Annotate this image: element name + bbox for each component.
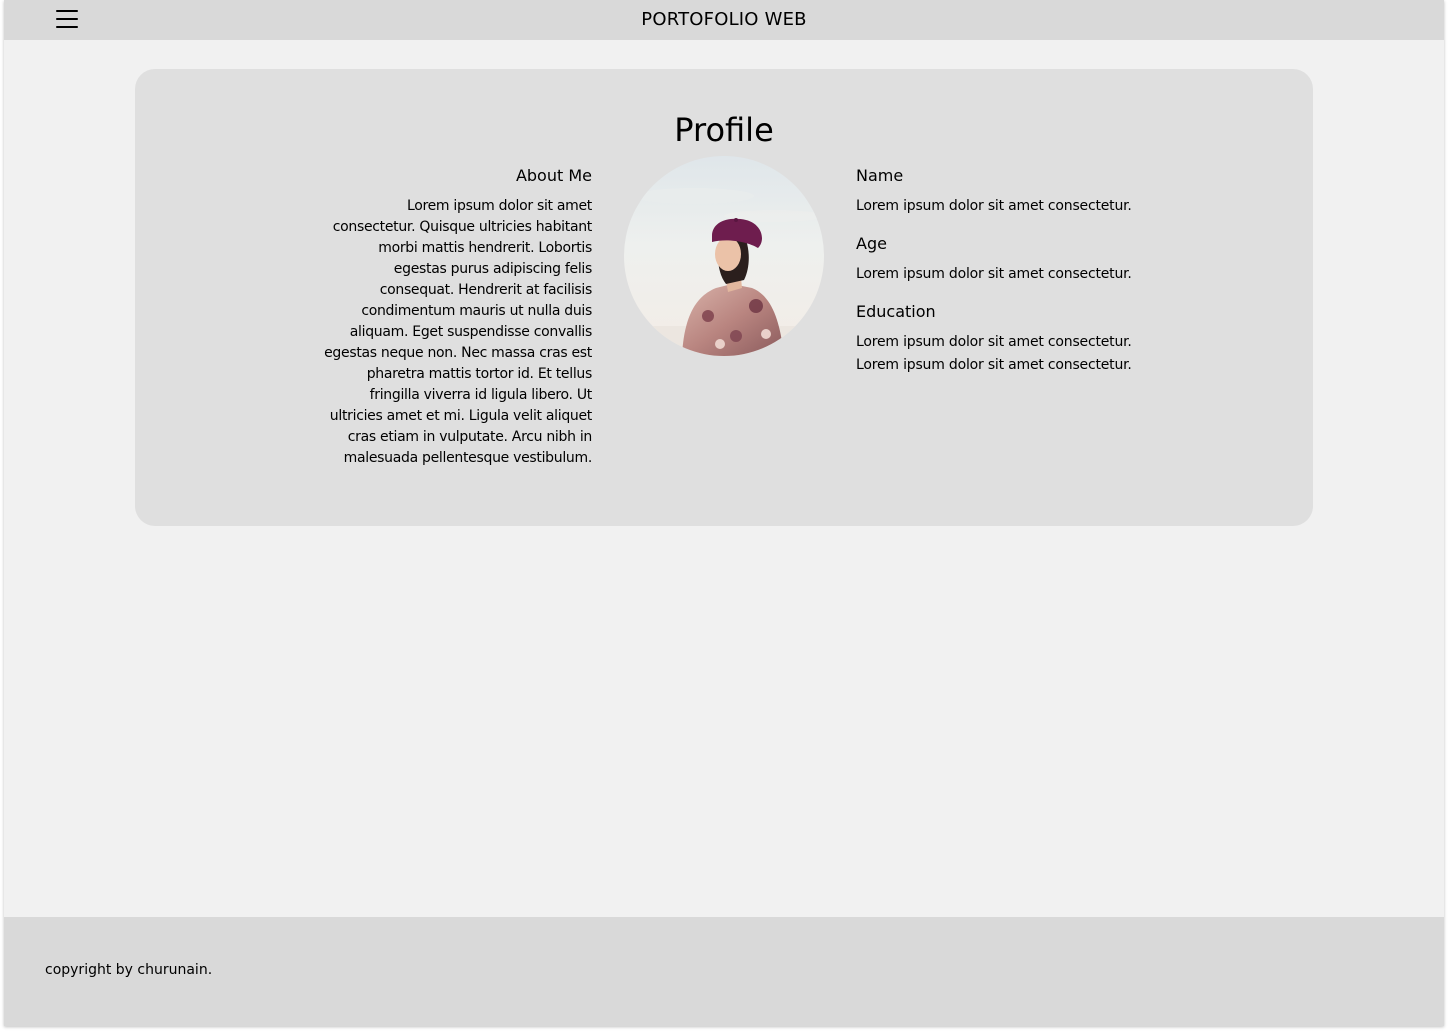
about-me-section: About Me Lorem ipsum dolor sit amet cons… bbox=[322, 165, 592, 469]
copyright-text: copyright by churunain. bbox=[45, 962, 213, 978]
name-field: Name Lorem ipsum dolor sit amet consecte… bbox=[856, 165, 1236, 218]
page-frame: PORTOFOLIO WEB Profile About Me Lorem ip… bbox=[4, 0, 1444, 1026]
profile-info: Name Lorem ipsum dolor sit amet consecte… bbox=[856, 165, 1236, 392]
education-value-2: Lorem ipsum dolor sit amet consectetur. bbox=[856, 357, 1132, 373]
site-title: PORTOFOLIO WEB bbox=[641, 9, 807, 30]
profile-title: Profile bbox=[674, 111, 774, 150]
profile-photo-image bbox=[624, 156, 824, 356]
education-field: Education Lorem ipsum dolor sit amet con… bbox=[856, 301, 1236, 377]
hamburger-menu-icon[interactable] bbox=[56, 9, 78, 29]
age-label: Age bbox=[856, 234, 887, 253]
about-me-text: Lorem ipsum dolor sit amet consectetur. … bbox=[324, 198, 592, 466]
top-navigation-bar: PORTOFOLIO WEB bbox=[4, 0, 1444, 40]
profile-photo bbox=[624, 156, 824, 356]
menu-line bbox=[56, 10, 78, 12]
name-value: Lorem ipsum dolor sit amet consectetur. bbox=[856, 198, 1132, 214]
footer: copyright by churunain. bbox=[4, 917, 1444, 1026]
name-label: Name bbox=[856, 166, 904, 185]
menu-line bbox=[56, 18, 78, 20]
age-value: Lorem ipsum dolor sit amet consectetur. bbox=[856, 266, 1132, 282]
education-value: Lorem ipsum dolor sit amet consectetur. bbox=[856, 334, 1132, 350]
education-label: Education bbox=[856, 302, 936, 321]
about-me-heading: About Me bbox=[515, 166, 592, 185]
menu-line bbox=[56, 26, 78, 28]
age-field: Age Lorem ipsum dolor sit amet consectet… bbox=[856, 233, 1236, 286]
